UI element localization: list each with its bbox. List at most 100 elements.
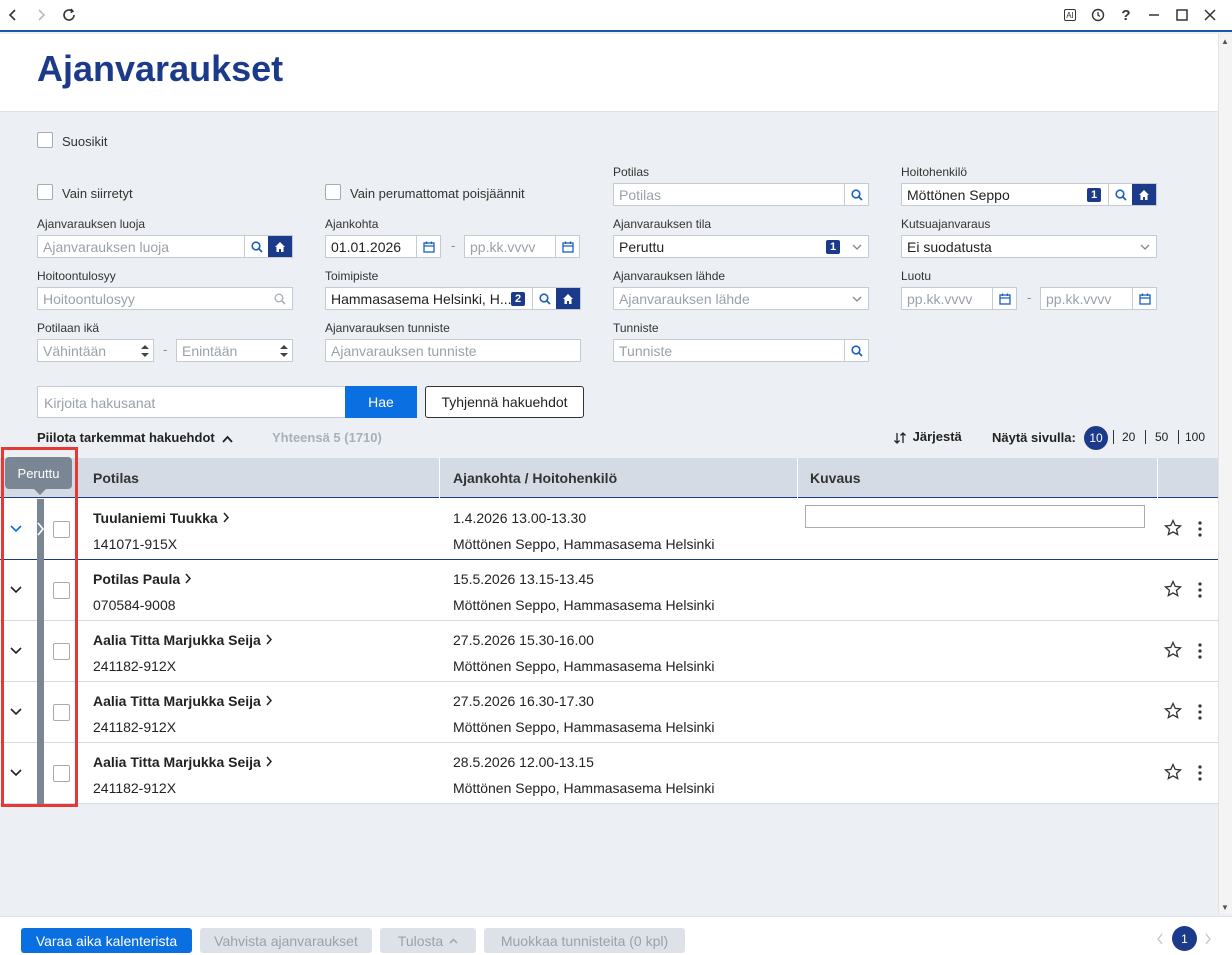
close-icon[interactable]	[1199, 4, 1221, 26]
sort-button[interactable]: Järjestä	[893, 429, 962, 445]
search-icon[interactable]	[274, 293, 286, 305]
calendar-icon[interactable]	[555, 236, 579, 257]
scroll-up-icon[interactable]: ▲	[1221, 37, 1229, 46]
home-icon[interactable]	[1132, 184, 1156, 205]
time-from-input[interactable]: 01.01.2026	[325, 235, 441, 258]
previous-page-icon[interactable]	[1156, 932, 1164, 948]
home-icon[interactable]	[556, 288, 580, 309]
staff-label: Hoitohenkilö	[901, 165, 968, 179]
booking-id-input[interactable]: Ajanvarauksen tunniste	[325, 339, 581, 362]
search-icon[interactable]	[532, 288, 556, 309]
per-page-option-50[interactable]: 50	[1155, 430, 1168, 444]
age-max-input[interactable]: Enintään	[176, 339, 293, 362]
star-icon[interactable]	[1164, 580, 1182, 598]
row-checkbox[interactable]	[53, 765, 70, 782]
table-row[interactable]: Tuulaniemi Tuukka 141071-915X 1.4.2026 1…	[0, 499, 1218, 560]
table-row[interactable]: Aalia Titta Marjukka Seija 241182-912X 2…	[0, 682, 1218, 743]
favorites-checkbox[interactable]	[37, 132, 53, 148]
chevron-down-icon[interactable]	[9, 705, 23, 719]
search-icon[interactable]	[244, 236, 268, 257]
calendar-icon[interactable]	[992, 288, 1016, 309]
patient-name-link[interactable]: Tuulaniemi Tuukka	[93, 510, 230, 526]
history-icon[interactable]	[1087, 4, 1109, 26]
time-label: Ajankohta	[325, 217, 379, 231]
time-to-input[interactable]: pp.kk.vvvv	[464, 235, 580, 258]
calendar-icon[interactable]	[416, 236, 440, 257]
star-icon[interactable]	[1164, 763, 1182, 781]
table-row[interactable]: Aalia Titta Marjukka Seija 241182-912X 2…	[0, 621, 1218, 682]
more-options-icon[interactable]	[1194, 520, 1206, 538]
patient-name-link[interactable]: Potilas Paula	[93, 571, 192, 587]
status-select[interactable]: Peruttu 1	[613, 235, 869, 258]
staff-input[interactable]: Möttönen Seppo 1	[901, 183, 1157, 206]
chevron-down-icon[interactable]	[9, 583, 23, 597]
per-page-option-10[interactable]: 10	[1084, 426, 1108, 450]
column-header-time[interactable]: Ajankohta / Hoitohenkilö	[453, 470, 617, 486]
back-icon[interactable]	[2, 4, 24, 26]
reason-input[interactable]: Hoitoontulosyy	[37, 287, 293, 310]
patient-name-link[interactable]: Aalia Titta Marjukka Seija	[93, 754, 273, 770]
stepper-icon[interactable]	[279, 343, 289, 359]
star-icon[interactable]	[1164, 519, 1182, 537]
row-checkbox[interactable]	[53, 704, 70, 721]
search-icon[interactable]	[844, 340, 868, 361]
star-icon[interactable]	[1164, 641, 1182, 659]
description-input[interactable]	[805, 505, 1145, 528]
star-icon[interactable]	[1164, 702, 1182, 720]
clear-filters-button[interactable]: Tyhjennä hakuehdot	[425, 386, 584, 418]
table-row[interactable]: Aalia Titta Marjukka Seija 241182-912X 2…	[0, 743, 1218, 804]
office-input[interactable]: Hammasasema Helsinki, H... 2	[325, 287, 581, 310]
patient-input[interactable]: Potilas	[613, 183, 869, 206]
column-header-description[interactable]: Kuvaus	[810, 470, 861, 486]
chevron-down-icon[interactable]	[9, 644, 23, 658]
confirm-appointments-button[interactable]: Vahvista ajanvaraukset	[200, 928, 372, 953]
invite-select[interactable]: Ei suodatusta	[901, 235, 1157, 258]
column-header-patient[interactable]: Potilas	[93, 470, 139, 486]
help-icon[interactable]: ?	[1115, 4, 1137, 26]
only-uncancelled-checkbox[interactable]	[325, 184, 341, 200]
scroll-down-icon[interactable]: ▼	[1221, 903, 1229, 912]
ai-icon[interactable]: AI	[1064, 9, 1076, 21]
table-row[interactable]: Potilas Paula 070584-9008 15.5.2026 13.1…	[0, 560, 1218, 621]
stepper-icon[interactable]	[140, 343, 150, 359]
more-options-icon[interactable]	[1194, 764, 1206, 782]
source-select[interactable]: Ajanvarauksen lähde	[613, 287, 869, 310]
action-footer: Varaa aika kalenterista Vahvista ajanvar…	[0, 916, 1232, 955]
age-min-input[interactable]: Vähintään	[37, 339, 154, 362]
hide-advanced-toggle[interactable]: Piilota tarkemmat hakuehdot	[37, 430, 234, 445]
search-input[interactable]: Kirjoita hakusanat	[37, 386, 346, 418]
per-page-option-100[interactable]: 100	[1185, 430, 1205, 444]
home-icon[interactable]	[268, 236, 292, 257]
print-button[interactable]: Tulosta	[380, 928, 476, 953]
book-from-calendar-button[interactable]: Varaa aika kalenterista	[21, 928, 192, 953]
created-from-input[interactable]: pp.kk.vvvv	[901, 287, 1017, 310]
row-checkbox[interactable]	[53, 521, 70, 538]
next-page-icon[interactable]	[1204, 932, 1212, 948]
patient-name-link[interactable]: Aalia Titta Marjukka Seija	[93, 693, 273, 709]
more-options-icon[interactable]	[1194, 581, 1206, 599]
created-label: Luotu	[901, 269, 932, 283]
only-moved-checkbox[interactable]	[37, 184, 53, 200]
per-page-option-20[interactable]: 20	[1122, 430, 1135, 444]
vertical-scrollbar[interactable]	[1218, 34, 1232, 914]
row-checkbox[interactable]	[53, 582, 70, 599]
creator-input[interactable]: Ajanvarauksen luoja	[37, 235, 293, 258]
chevron-down-icon[interactable]	[9, 522, 23, 536]
more-options-icon[interactable]	[1194, 703, 1206, 721]
edit-identifiers-button[interactable]: Muokkaa tunnisteita (0 kpl)	[484, 928, 685, 953]
patient-name-link[interactable]: Aalia Titta Marjukka Seija	[93, 632, 273, 648]
identifier-input[interactable]: Tunniste	[613, 339, 869, 362]
current-page[interactable]: 1	[1172, 926, 1197, 951]
calendar-icon[interactable]	[1132, 288, 1156, 309]
search-icon[interactable]	[1108, 184, 1132, 205]
more-options-icon[interactable]	[1194, 642, 1206, 660]
search-icon[interactable]	[844, 184, 868, 205]
refresh-icon[interactable]	[58, 4, 80, 26]
chevron-down-icon[interactable]	[9, 766, 23, 780]
minimize-icon[interactable]	[1143, 4, 1165, 26]
search-button[interactable]: Hae	[345, 386, 417, 418]
created-to-input[interactable]: pp.kk.vvvv	[1040, 287, 1157, 310]
maximize-icon[interactable]	[1171, 4, 1193, 26]
row-checkbox[interactable]	[53, 643, 70, 660]
forward-icon[interactable]	[30, 4, 52, 26]
